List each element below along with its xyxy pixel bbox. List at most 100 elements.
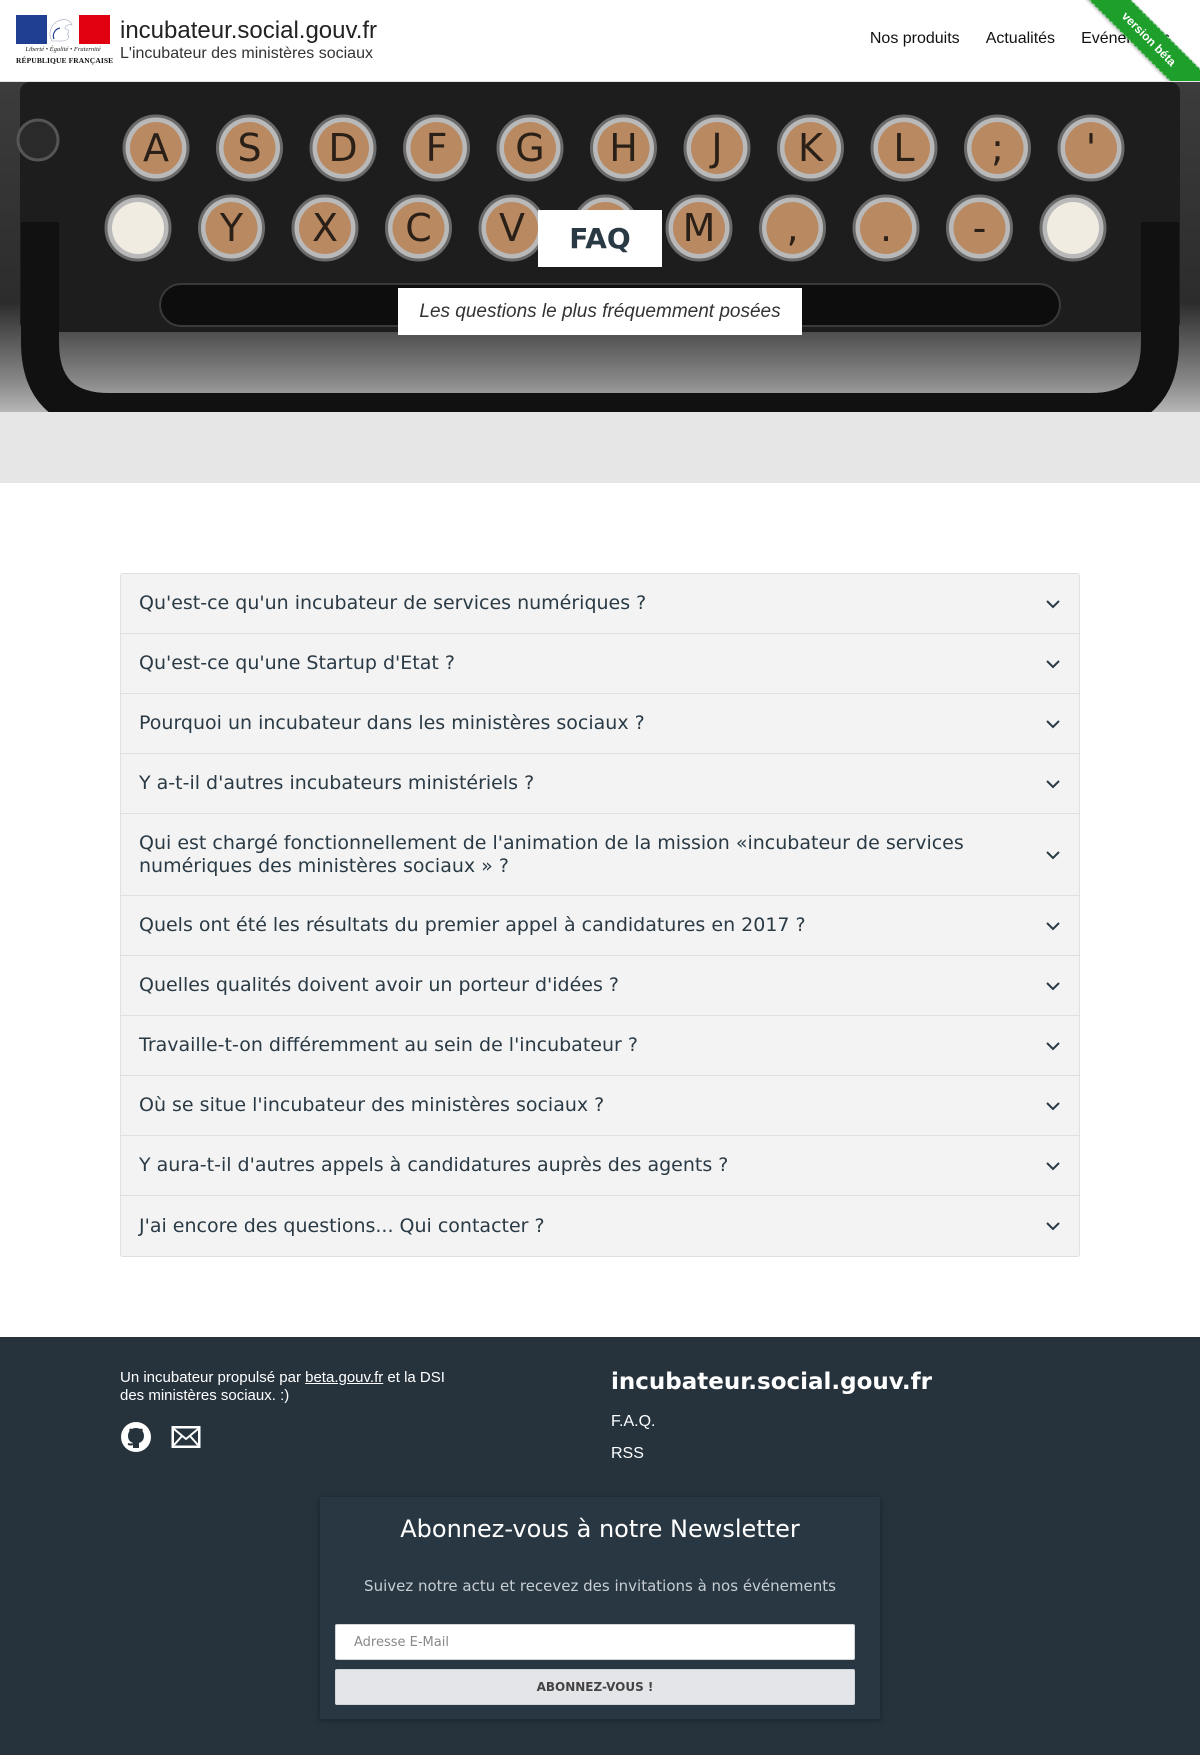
faq-item[interactable]: Quels ont été les résultats du premier a… (121, 896, 1079, 956)
typewriter-key: , (759, 194, 826, 262)
typewriter-key: F (403, 114, 470, 182)
typewriter-key-label: G (515, 126, 544, 170)
faq-question: Quelles qualités doivent avoir un porteu… (139, 974, 620, 997)
motto: Liberté • Égalité • Fraternité (25, 46, 101, 53)
chevron-down-icon[interactable] (1045, 1098, 1061, 1114)
beta-ribbon-label: version béta (1119, 9, 1179, 69)
typewriter-key: - (946, 194, 1013, 262)
typewriter-key-label: , (786, 206, 798, 250)
faq-question: Pourquoi un incubateur dans les ministèr… (139, 712, 645, 735)
github-icon[interactable] (120, 1421, 152, 1453)
typewriter-key-label: J (709, 126, 722, 170)
faq-question: Quels ont été les résultats du premier a… (139, 914, 806, 937)
faq-question: J'ai encore des questions... Qui contact… (139, 1214, 545, 1237)
site-title[interactable]: incubateur.social.gouv.fr (120, 17, 377, 45)
typewriter-key-label: S (237, 126, 261, 170)
footer-credits-before: Un incubateur propulsé par (120, 1369, 306, 1386)
page-title: FAQ (569, 222, 631, 255)
faq-item[interactable]: Où se situe l'incubateur des ministères … (121, 1076, 1079, 1136)
typewriter-key-label: F (426, 126, 448, 170)
marianne-icon (49, 19, 73, 42)
chevron-down-icon[interactable] (1045, 596, 1061, 612)
typewriter-key-label: D (328, 126, 357, 170)
typewriter-key-label: . (880, 206, 892, 250)
site-header: Liberté • Égalité • Fraternité RÉPUBLIQU… (0, 0, 1200, 82)
hero-title-box: FAQ (538, 210, 662, 267)
faq-item[interactable]: Y a-t-il d'autres incubateurs ministérie… (121, 754, 1079, 814)
typewriter-key-label: ' (1086, 126, 1096, 170)
chevron-down-icon[interactable] (1045, 656, 1061, 672)
hero-subtitle-box: Les questions le plus fréquemment posées (398, 288, 802, 335)
typewriter-key: Y (198, 194, 265, 262)
faq-item[interactable]: Qui est chargé fonctionnellement de l'an… (121, 814, 1079, 896)
newsletter-title: Abonnez-vous à notre Newsletter (400, 1515, 800, 1543)
typewriter-key: S (216, 114, 283, 182)
faq-item[interactable]: Quelles qualités doivent avoir un porteu… (121, 956, 1079, 1016)
chevron-down-icon[interactable] (1045, 716, 1061, 732)
typewriter-key: L (870, 114, 938, 182)
site-footer: Un incubateur propulsé par beta.gouv.fr … (0, 1337, 1200, 1755)
typewriter-key: J (683, 114, 751, 182)
typewriter-key: V (478, 194, 546, 262)
chevron-down-icon[interactable] (1045, 1038, 1061, 1054)
chevron-down-icon[interactable] (1045, 1158, 1061, 1174)
faq-question: Y a-t-il d'autres incubateurs ministérie… (139, 772, 535, 795)
faq-question: Y aura-t-il d'autres appels à candidatur… (139, 1154, 729, 1177)
faq-item[interactable]: Travaille-t-on différemment au sein de l… (121, 1016, 1079, 1076)
faq-question: Qu'est-ce qu'une Startup d'Etat ? (139, 652, 455, 675)
typewriter-key (1039, 194, 1107, 262)
republique-francaise-label: RÉPUBLIQUE FRANÇAISE (16, 56, 114, 65)
footer-site-links: incubateur.social.gouv.fr F.A.Q. RSS (611, 1369, 932, 1463)
footer-link-rss[interactable]: RSS (611, 1445, 932, 1463)
typewriter-image: ASDFGHJKL;' YXCVNM,.- (0, 82, 1200, 483)
typewriter-key: G (496, 114, 564, 182)
typewriter-key-label: M (683, 206, 716, 250)
faq-item[interactable]: Qu'est-ce qu'un incubateur de services n… (121, 574, 1079, 634)
typewriter-key-label: Y (219, 206, 244, 250)
typewriter-key-label: V (499, 206, 525, 250)
footer-link-faq[interactable]: F.A.Q. (611, 1413, 932, 1431)
typewriter-key-label: C (405, 206, 432, 250)
typewriter-key: ' (1057, 114, 1125, 182)
republique-francaise-logo[interactable]: Liberté • Égalité • Fraternité RÉPUBLIQU… (16, 15, 114, 67)
typewriter-key: M (665, 194, 733, 262)
typewriter-key: X (291, 194, 359, 262)
typewriter-key: H (590, 114, 657, 182)
faq-question: Travaille-t-on différemment au sein de l… (139, 1034, 638, 1057)
typewriter-key: A (122, 114, 190, 182)
hero-banner: ASDFGHJKL;' YXCVNM,.- FAQ Les questions … (0, 82, 1200, 483)
typewriter-key: . (852, 194, 920, 262)
chevron-down-icon[interactable] (1045, 978, 1061, 994)
faq-item[interactable]: Pourquoi un incubateur dans les ministèr… (121, 694, 1079, 754)
chevron-down-icon[interactable] (1045, 776, 1061, 792)
nav-link-actualites[interactable]: Actualités (986, 30, 1055, 48)
site-subtitle: L'incubateur des ministères sociaux (120, 45, 373, 62)
typewriter-key-label: ; (991, 126, 1004, 170)
newsletter-subscribe-button[interactable]: ABONNEZ-VOUS ! (335, 1669, 855, 1705)
typewriter-key-label: K (798, 126, 824, 170)
faq-item[interactable]: Y aura-t-il d'autres appels à candidatur… (121, 1136, 1079, 1196)
newsletter-subtitle: Suivez notre actu et recevez des invitat… (364, 1577, 836, 1595)
typewriter-key-label: A (143, 126, 169, 170)
faq-item[interactable]: J'ai encore des questions... Qui contact… (121, 1196, 1079, 1256)
typewriter-key: C (385, 194, 452, 262)
faq-question: Qui est chargé fonctionnellement de l'an… (139, 831, 964, 877)
footer-site-title[interactable]: incubateur.social.gouv.fr (611, 1369, 932, 1395)
footer-credits: Un incubateur propulsé par beta.gouv.fr … (120, 1369, 460, 1405)
typewriter-key-label: - (973, 206, 987, 250)
typewriter-key: K (777, 114, 844, 182)
typewriter-key-label: H (609, 126, 638, 170)
typewriter-key-label: L (893, 126, 914, 170)
newsletter-email-input[interactable] (335, 1624, 855, 1660)
typewriter-key: ; (964, 114, 1031, 182)
chevron-down-icon[interactable] (1045, 1218, 1061, 1234)
footer-social-icons (120, 1421, 202, 1453)
nav-link-produits[interactable]: Nos produits (870, 30, 960, 48)
chevron-down-icon[interactable] (1045, 918, 1061, 934)
beta-gouv-link[interactable]: beta.gouv.fr (305, 1369, 383, 1386)
chevron-down-icon[interactable] (1045, 847, 1061, 863)
newsletter-box: Abonnez-vous à notre Newsletter Suivez n… (320, 1497, 880, 1719)
mail-icon[interactable] (170, 1421, 202, 1453)
faq-item[interactable]: Qu'est-ce qu'une Startup d'Etat ? (121, 634, 1079, 694)
faq-accordion: Qu'est-ce qu'un incubateur de services n… (120, 573, 1080, 1257)
